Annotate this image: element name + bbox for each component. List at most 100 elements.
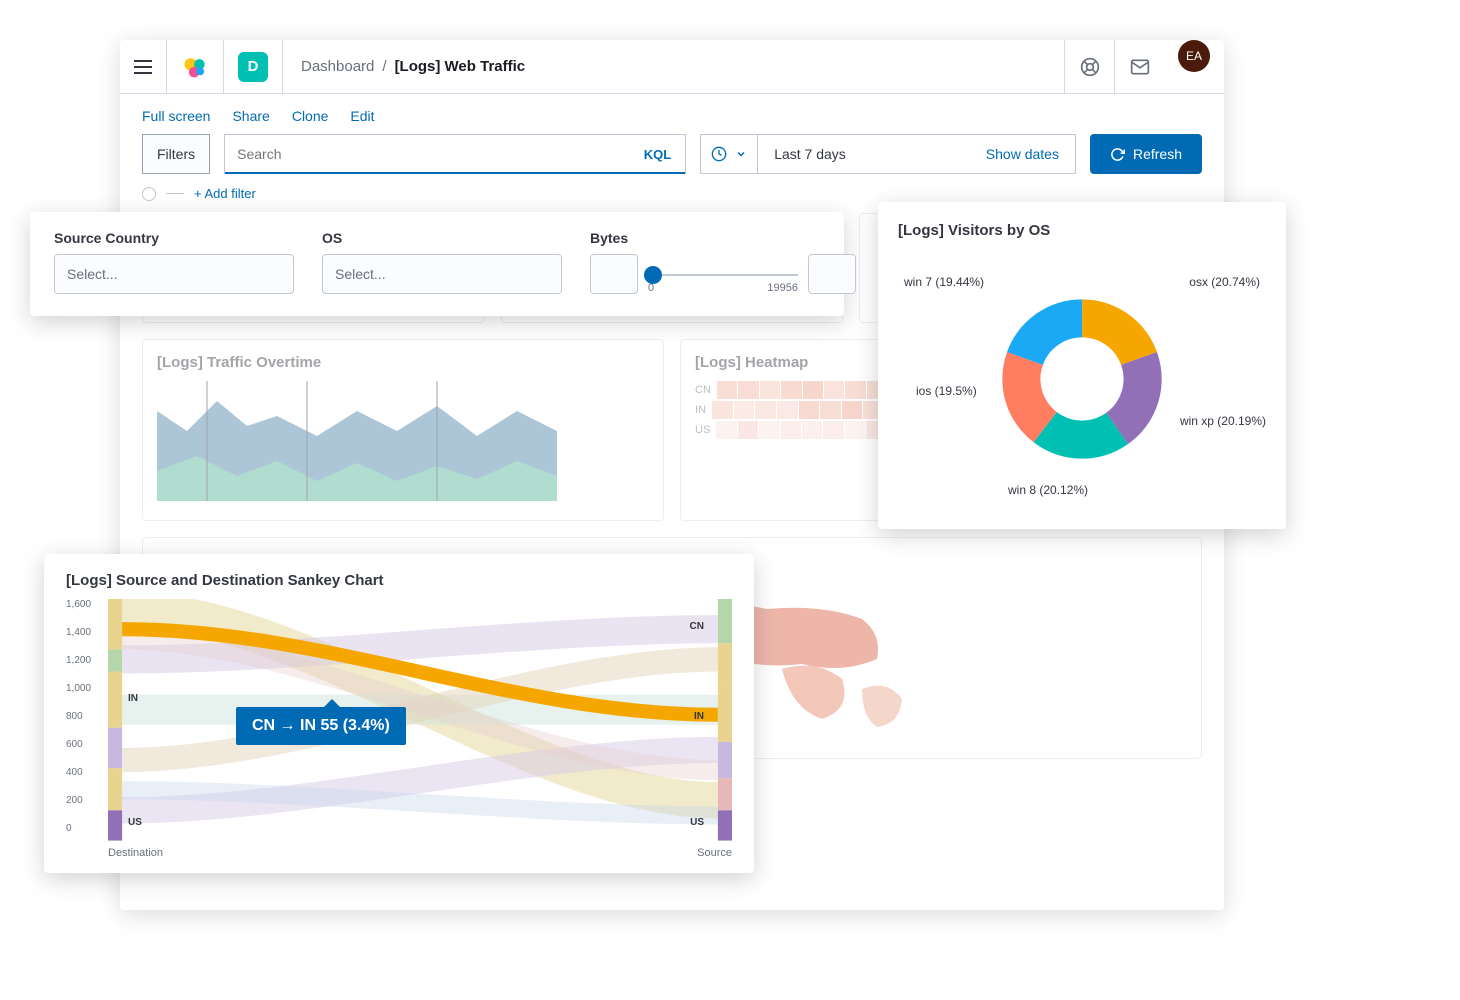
controls-overlay: Source Country Select... OS Select... By…	[30, 212, 844, 316]
area-chart	[157, 381, 557, 501]
sankey-ytick: 1,400	[66, 627, 91, 638]
heatmap-row-label: CN	[695, 384, 711, 396]
donut-label-ios: ios (19.5%)	[916, 384, 977, 398]
sankey-ytick: 1,200	[66, 655, 91, 666]
sankey-ytick: 0	[66, 823, 72, 834]
bytes-min-input[interactable]	[590, 254, 638, 294]
heatmap-cell	[760, 381, 780, 399]
refresh-label: Refresh	[1133, 146, 1182, 162]
donut-chart	[1002, 299, 1162, 459]
sankey-right-axis-label: Source	[697, 847, 732, 859]
menu-button[interactable]	[120, 40, 167, 93]
quick-select-button[interactable]	[701, 135, 758, 173]
slider-thumb-icon[interactable]	[644, 266, 662, 284]
refresh-button[interactable]: Refresh	[1090, 134, 1202, 174]
hamburger-icon	[134, 60, 152, 74]
sankey-ytick: 1,000	[66, 683, 91, 694]
date-range-label[interactable]: Last 7 days	[774, 146, 846, 162]
heatmap-cell	[738, 381, 758, 399]
breadcrumb: Dashboard / [Logs] Web Traffic	[283, 58, 1064, 75]
add-filter-link[interactable]: + Add filter	[194, 186, 256, 201]
refresh-icon	[1110, 147, 1125, 162]
bytes-max-label: 19956	[767, 282, 798, 294]
heatmap-cell	[824, 381, 844, 399]
filter-anchor-icon	[142, 187, 156, 201]
traffic-panel: [Logs] Traffic Overtime	[142, 339, 664, 521]
clone-link[interactable]: Clone	[292, 108, 329, 124]
sankey-ytick: 400	[66, 767, 83, 778]
app-tile-icon: D	[238, 52, 268, 82]
donut-label-winxp: win xp (20.19%)	[1180, 414, 1266, 428]
source-country-label: Source Country	[54, 230, 294, 246]
sankey-node-label: IN	[128, 693, 138, 704]
search-input[interactable]	[225, 135, 630, 173]
heatmap-cell	[755, 401, 776, 419]
heatmap-cell	[777, 401, 798, 419]
share-link[interactable]: Share	[232, 108, 269, 124]
elastic-logo-icon	[181, 53, 209, 81]
sankey-title: [Logs] Source and Destination Sankey Cha…	[66, 572, 732, 589]
sankey-node-label: US	[128, 817, 142, 828]
query-bar: Filters KQL Last 7 days Show dates Refre…	[120, 134, 1224, 186]
heatmap-cell	[716, 421, 736, 439]
heatmap-cell	[845, 381, 865, 399]
bytes-max-input[interactable]	[808, 254, 856, 294]
header-bar: D Dashboard / [Logs] Web Traffic EA	[120, 40, 1224, 94]
heatmap-cell	[820, 401, 841, 419]
edit-link[interactable]: Edit	[350, 108, 374, 124]
heatmap-cell	[734, 401, 755, 419]
sankey-ytick: 1,600	[66, 599, 91, 610]
mail-button[interactable]	[1114, 40, 1164, 93]
breadcrumb-parent[interactable]: Dashboard	[301, 58, 374, 75]
traffic-title: [Logs] Traffic Overtime	[157, 354, 649, 371]
visitors-os-title: [Logs] Visitors by OS	[898, 222, 1266, 239]
bytes-label: Bytes	[590, 230, 856, 246]
heatmap-cell	[712, 401, 733, 419]
sankey-node-label: IN	[694, 711, 704, 722]
breadcrumb-current: [Logs] Web Traffic	[395, 58, 526, 75]
donut-label-osx: osx (20.74%)	[1189, 275, 1260, 289]
elastic-logo[interactable]	[167, 40, 224, 93]
os-label: OS	[322, 230, 562, 246]
heatmap-cell	[845, 421, 865, 439]
bytes-slider[interactable]: 0 19956	[648, 274, 798, 294]
heatmap-cell	[842, 401, 863, 419]
heatmap-row-label: US	[695, 424, 710, 436]
dashboard-toolbar: Full screen Share Clone Edit	[120, 94, 1224, 134]
os-select[interactable]: Select...	[322, 254, 562, 294]
sankey-left-axis-label: Destination	[108, 847, 163, 859]
envelope-icon	[1130, 57, 1150, 77]
sankey-tooltip: CN → IN 55 (3.4%)	[236, 707, 406, 745]
heatmap-cell	[738, 421, 758, 439]
heatmap-cell	[799, 401, 820, 419]
source-country-select[interactable]: Select...	[54, 254, 294, 294]
user-avatar[interactable]: EA	[1178, 40, 1210, 72]
heatmap-cell	[717, 381, 737, 399]
heatmap-cell	[759, 421, 779, 439]
help-button[interactable]	[1064, 40, 1114, 93]
app-switcher[interactable]: D	[224, 40, 283, 93]
breadcrumb-separator: /	[382, 58, 386, 75]
full-screen-link[interactable]: Full screen	[142, 108, 210, 124]
sankey-chart	[108, 599, 732, 841]
heatmap-cell	[781, 421, 801, 439]
clock-icon	[711, 146, 727, 162]
filter-line-icon	[166, 193, 184, 194]
donut-label-win7: win 7 (19.44%)	[904, 275, 984, 289]
heatmap-cell	[781, 381, 801, 399]
show-dates-link[interactable]: Show dates	[986, 146, 1059, 162]
sankey-ytick: 800	[66, 711, 83, 722]
sankey-node-label: CN	[690, 621, 704, 632]
heatmap-cell	[802, 421, 822, 439]
chevron-down-icon	[735, 148, 747, 160]
sankey-ytick: 600	[66, 739, 83, 750]
heatmap-cell	[803, 381, 823, 399]
kql-toggle[interactable]: KQL	[630, 147, 685, 162]
lifebuoy-icon	[1080, 57, 1100, 77]
visitors-os-panel: [Logs] Visitors by OS win 7 (19.44%) osx…	[878, 202, 1286, 529]
donut-label-win8: win 8 (20.12%)	[1008, 483, 1088, 497]
filters-button[interactable]: Filters	[142, 134, 210, 174]
search-box: KQL	[224, 134, 686, 174]
sankey-node-label: US	[690, 817, 704, 828]
date-picker: Last 7 days Show dates	[700, 134, 1076, 174]
